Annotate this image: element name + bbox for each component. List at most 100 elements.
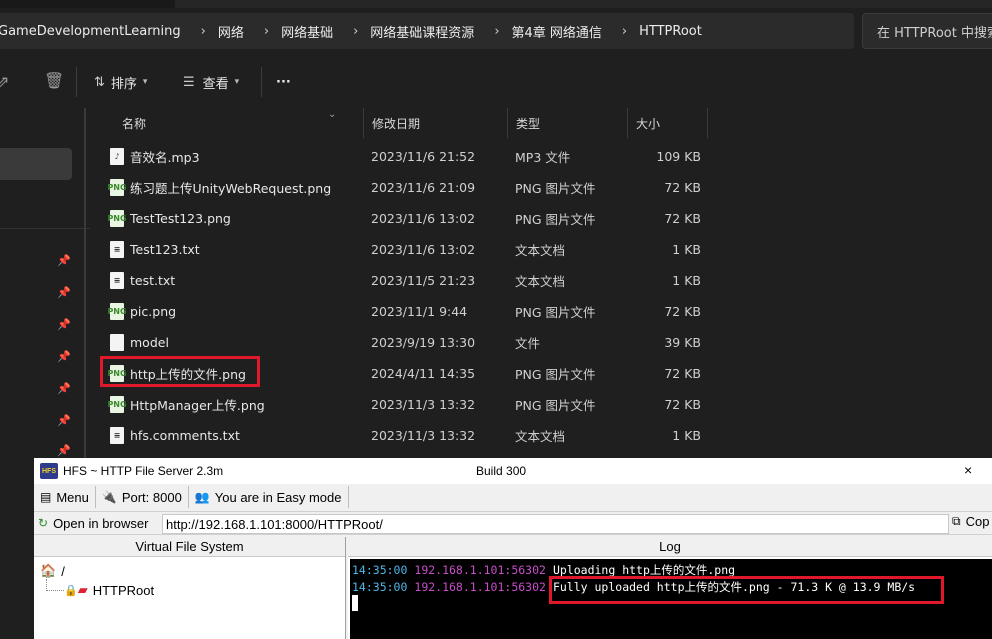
file-modified: 2023/11/6 13:02 bbox=[371, 211, 476, 226]
file-size: 72 KB bbox=[664, 180, 701, 195]
log-time: 14:35:00 bbox=[352, 563, 408, 577]
pin-icon[interactable]: 📌 bbox=[57, 254, 71, 267]
log-header: Log bbox=[348, 537, 992, 557]
search-input[interactable]: 在 HTTPRoot 中搜索 bbox=[862, 13, 992, 49]
scrollbar-thumb[interactable] bbox=[84, 108, 86, 458]
log-line: 14:35:00 192.168.1.101:56302 Fully uploa… bbox=[352, 579, 915, 595]
vfs-folder-node[interactable]: 🔒 ▰ HTTPRoot bbox=[64, 582, 154, 598]
navigation-pane: 📌 📌 📌 📌 📌 📌 📌 bbox=[0, 108, 90, 458]
mode-button[interactable]: 👥 You are in Easy mode bbox=[189, 486, 349, 508]
folder-icon: ▰ bbox=[77, 582, 88, 597]
file-row[interactable]: PNG http上传的文件.png 2024/4/11 14:35 PNG 图片文… bbox=[92, 358, 992, 389]
hfs-build-label: Build 300 bbox=[476, 464, 527, 478]
file-row[interactable]: ≡ test.txt 2023/11/5 21:23 文本文档 1 KB bbox=[92, 265, 992, 296]
chevron-down-icon: ▾ bbox=[234, 77, 240, 87]
hfs-menu-bar: ▤ Menu 🔌 Port: 8000 👥 You are in Easy mode bbox=[34, 484, 992, 510]
log-console[interactable]: 14:35:00 192.168.1.101:56302 Uploading h… bbox=[350, 559, 992, 639]
copy-icon: ⧉ bbox=[952, 514, 961, 528]
delete-icon[interactable]: 🗑 bbox=[44, 71, 64, 90]
file-size: 72 KB bbox=[664, 211, 701, 226]
column-header-label: 大小 bbox=[636, 116, 661, 131]
menu-button[interactable]: ▤ Menu bbox=[34, 486, 96, 508]
file-modified: 2024/4/11 14:35 bbox=[371, 366, 476, 381]
open-in-browser-button[interactable]: ↻ Open in browser bbox=[34, 512, 152, 534]
file-name: hfs.comments.txt bbox=[130, 428, 240, 443]
column-header-type[interactable]: 类型 bbox=[508, 108, 628, 138]
hfs-logo: HFS bbox=[40, 463, 58, 479]
url-field[interactable]: http://192.168.1.101:8000/HTTPRoot/ bbox=[162, 514, 949, 534]
file-row[interactable]: ♪ 音效名.mp3 2023/11/6 21:52 MP3 文件 109 KB bbox=[92, 141, 992, 172]
file-type: PNG 图片文件 bbox=[515, 181, 596, 196]
chevron-right-icon: › bbox=[200, 23, 206, 39]
lock-icon: 🔒 bbox=[64, 584, 78, 597]
file-modified: 2023/9/19 13:30 bbox=[371, 335, 476, 350]
pin-icon[interactable]: 📌 bbox=[57, 318, 71, 331]
toolbar-divider bbox=[261, 67, 262, 97]
pin-icon[interactable]: 📌 bbox=[57, 350, 71, 363]
sort-icon: ⇅ bbox=[94, 74, 105, 90]
file-row[interactable]: PNG TestTest123.png 2023/11/6 13:02 PNG 图… bbox=[92, 203, 992, 234]
sort-button[interactable]: ⇅ 排序 ▾ bbox=[94, 65, 147, 99]
vfs-header: Virtual File System bbox=[34, 537, 345, 557]
file-row[interactable]: PNG 练习题上传UnityWebRequest.png 2023/11/6 21… bbox=[92, 172, 992, 203]
file-row[interactable]: PNG HttpManager上传.png 2023/11/3 13:32 PNG… bbox=[92, 389, 992, 420]
close-icon[interactable]: × bbox=[964, 462, 972, 478]
file-modified: 2023/11/6 21:52 bbox=[371, 149, 476, 164]
breadcrumb-item[interactable]: 网络基础课程资源 bbox=[370, 22, 484, 41]
text-file-icon: ≡ bbox=[110, 427, 124, 444]
log-message: Fully uploaded http上传的文件.png - 71.3 K @ … bbox=[552, 580, 916, 594]
column-header-label: 名称 bbox=[122, 116, 147, 131]
vfs-root-label: / bbox=[61, 563, 65, 579]
sidebar-selected-item[interactable] bbox=[0, 148, 72, 180]
breadcrumb-item[interactable]: HTTPRoot bbox=[639, 24, 712, 39]
column-header-name[interactable]: 名称 bbox=[114, 108, 364, 138]
mode-label: You are in Easy mode bbox=[214, 489, 342, 505]
mp3-file-icon: ♪ bbox=[110, 148, 124, 165]
file-name: TestTest123.png bbox=[130, 211, 231, 226]
more-options-button[interactable]: ··· bbox=[276, 65, 291, 99]
file-size: 72 KB bbox=[664, 304, 701, 319]
column-header-modified[interactable]: 修改日期 bbox=[364, 108, 508, 138]
log-ip: 192.168.1.101:56302 bbox=[414, 580, 546, 594]
text-file-icon: ≡ bbox=[110, 241, 124, 258]
file-name: HttpManager上传.png bbox=[130, 398, 265, 413]
file-size: 39 KB bbox=[664, 335, 701, 350]
chevron-down-icon: ▾ bbox=[142, 77, 148, 87]
log-message: Uploading http上传的文件.png bbox=[552, 563, 736, 577]
file-row[interactable]: ≡ Test123.txt 2023/11/6 13:02 文本文档 1 KB bbox=[92, 234, 992, 265]
chevron-right-icon: › bbox=[494, 23, 500, 39]
vfs-root-node[interactable]: 🏠 / bbox=[40, 563, 65, 579]
file-row[interactable]: model 2023/9/19 13:30 文件 39 KB bbox=[92, 327, 992, 358]
address-bar[interactable]: GameDevelopmentLearning › 网络 › 网络基础 › 网络… bbox=[0, 13, 854, 49]
file-type: PNG 图片文件 bbox=[515, 398, 596, 413]
file-row[interactable]: ≡ hfs.comments.txt 2023/11/3 13:32 文本文档 1… bbox=[92, 420, 992, 451]
pin-icon[interactable]: 📌 bbox=[57, 444, 71, 457]
sort-label: 排序 bbox=[110, 76, 137, 92]
breadcrumb-item[interactable]: 网络 bbox=[218, 22, 254, 41]
column-header-size[interactable]: 大小 bbox=[628, 108, 708, 138]
pin-icon[interactable]: 📌 bbox=[57, 382, 71, 395]
file-size: 109 KB bbox=[656, 149, 701, 164]
port-button[interactable]: 🔌 Port: 8000 bbox=[96, 486, 189, 508]
breadcrumb-item[interactable]: 第4章 网络通信 bbox=[512, 22, 612, 41]
file-size: 72 KB bbox=[664, 397, 701, 412]
copy-url-button[interactable]: ⧉ Cop bbox=[952, 514, 989, 529]
open-in-browser-label: Open in browser bbox=[53, 515, 149, 531]
file-name: pic.png bbox=[130, 304, 177, 319]
share-icon[interactable]: ⇗ bbox=[0, 72, 9, 91]
file-modified: 2023/11/3 13:32 bbox=[371, 428, 476, 443]
console-cursor bbox=[352, 595, 358, 611]
view-button[interactable]: ☰ 查看 ▾ bbox=[183, 65, 239, 99]
pin-icon[interactable]: 📌 bbox=[57, 286, 71, 299]
file-row[interactable]: PNG pic.png 2023/11/1 9:44 PNG 图片文件 72 KB bbox=[92, 296, 992, 327]
pin-icon[interactable]: 📌 bbox=[57, 414, 71, 427]
navigation-scrollbar[interactable] bbox=[80, 108, 90, 458]
hfs-title-bar[interactable]: HFS HFS ~ HTTP File Server 2.3m Build 30… bbox=[34, 458, 992, 484]
tab-strip bbox=[175, 0, 992, 8]
window-top-strip bbox=[0, 0, 992, 8]
log-ip: 192.168.1.101:56302 bbox=[414, 563, 546, 577]
log-time: 14:35:00 bbox=[352, 580, 408, 594]
breadcrumb-item[interactable]: GameDevelopmentLearning bbox=[0, 24, 191, 39]
breadcrumb-item[interactable]: 网络基础 bbox=[281, 22, 343, 41]
file-size: 1 KB bbox=[672, 273, 701, 288]
